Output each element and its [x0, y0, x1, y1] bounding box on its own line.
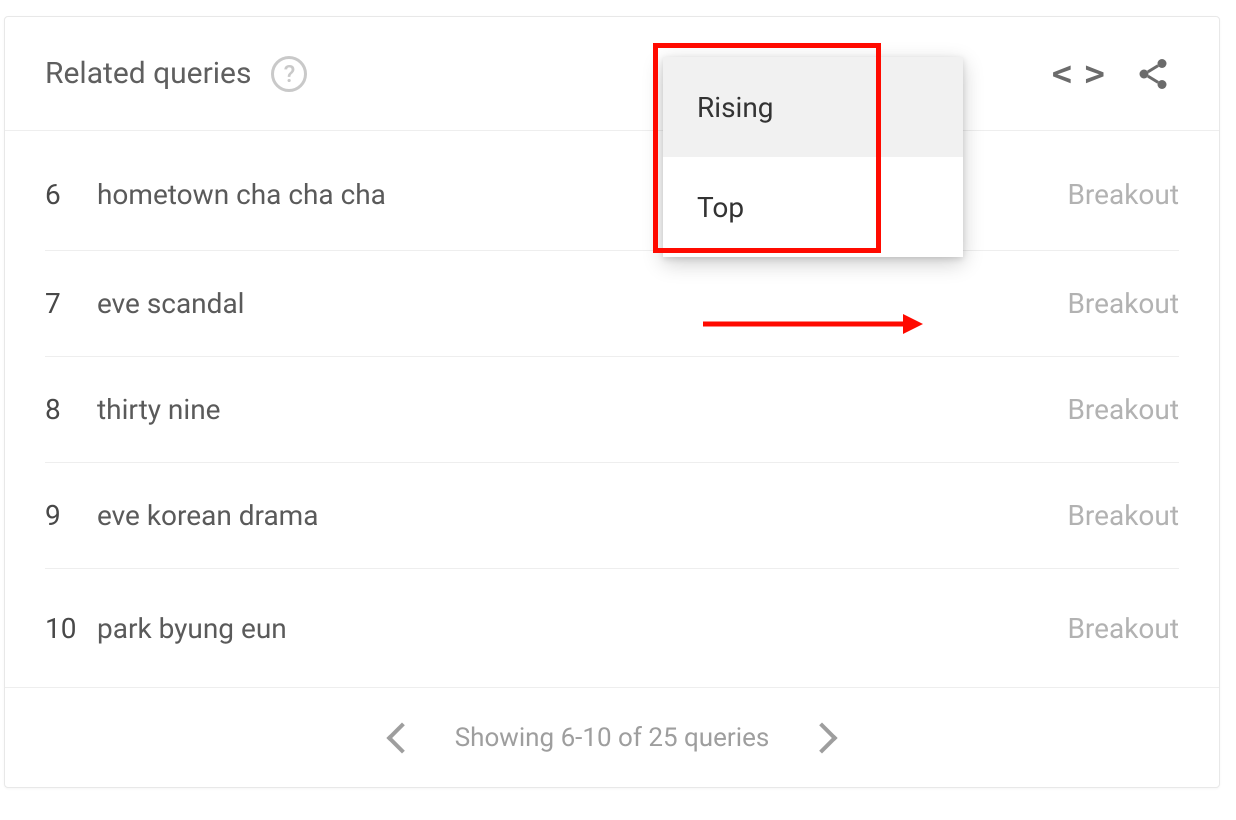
rank: 9 — [45, 499, 97, 532]
pagination-label: Showing 6-10 of 25 queries — [455, 723, 770, 753]
header-actions: < > — [1052, 54, 1171, 94]
sort-option-rising[interactable]: Rising — [663, 57, 963, 157]
share-icon[interactable] — [1135, 56, 1171, 92]
rank: 6 — [45, 178, 97, 211]
list-item[interactable]: 8 thirty nine Breakout — [45, 357, 1179, 463]
query-metric: Breakout — [1067, 287, 1179, 320]
list-item[interactable]: 6 hometown cha cha cha Breakout — [45, 131, 1179, 251]
query-list: 6 hometown cha cha cha Breakout 7 eve sc… — [5, 131, 1219, 687]
list-item[interactable]: 9 eve korean drama Breakout — [45, 463, 1179, 569]
prev-page-button[interactable] — [386, 722, 417, 753]
list-item[interactable]: 10 park byung eun Breakout — [45, 569, 1179, 687]
query-text: thirty nine — [97, 393, 1067, 426]
next-page-button[interactable] — [807, 722, 838, 753]
query-text: park byung eun — [97, 612, 1067, 645]
help-icon[interactable]: ? — [271, 56, 307, 92]
query-metric: Breakout — [1067, 612, 1179, 645]
query-metric: Breakout — [1067, 178, 1179, 211]
pagination: Showing 6-10 of 25 queries — [5, 687, 1219, 787]
query-metric: Breakout — [1067, 499, 1179, 532]
rank: 7 — [45, 287, 97, 320]
query-metric: Breakout — [1067, 393, 1179, 426]
list-item[interactable]: 7 eve scandal Breakout — [45, 251, 1179, 357]
card-title: Related queries — [45, 56, 251, 91]
embed-icon[interactable]: < > — [1052, 54, 1101, 94]
rank: 8 — [45, 393, 97, 426]
sort-dropdown[interactable]: Rising Top — [663, 57, 963, 257]
query-text: eve scandal — [97, 287, 1067, 320]
rank: 10 — [45, 612, 97, 645]
related-queries-card: Related queries ? < > Rising Top 6 homet… — [4, 16, 1220, 788]
card-header: Related queries ? < > — [5, 17, 1219, 131]
sort-option-top[interactable]: Top — [663, 157, 963, 257]
query-text: eve korean drama — [97, 499, 1067, 532]
